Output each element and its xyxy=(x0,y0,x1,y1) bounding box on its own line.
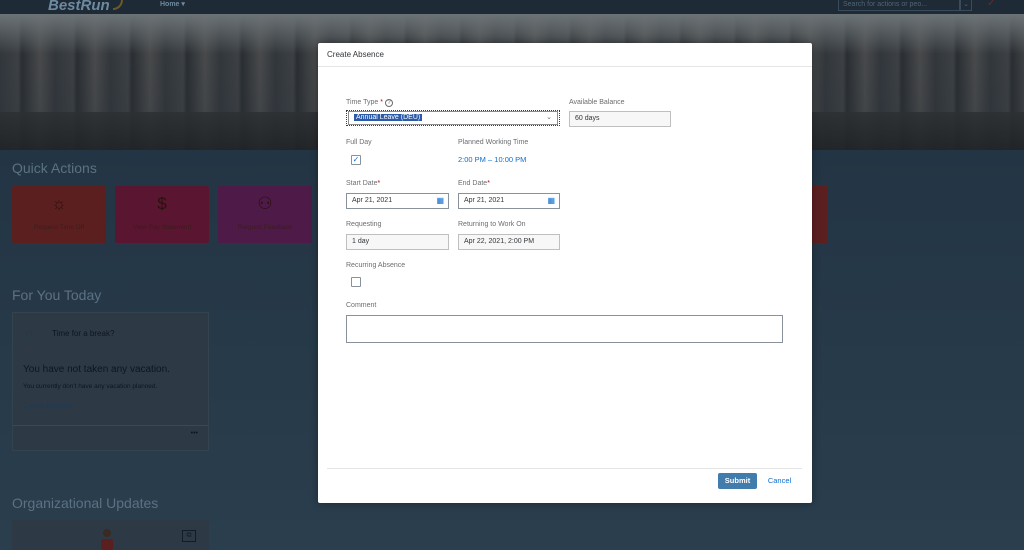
tile-request-feedback[interactable]: ⚇ Request Feedback xyxy=(218,186,312,243)
required-marker: * xyxy=(377,180,381,187)
end-date-value: Apr 21, 2021 xyxy=(464,197,505,204)
comment-label: Comment xyxy=(346,302,377,309)
dollar-doc-icon: $ xyxy=(157,194,167,213)
help-icon[interactable]: ? xyxy=(384,99,393,107)
create-absence-link[interactable]: Create Absence xyxy=(23,403,73,410)
tile-label: Request Time Off xyxy=(33,224,85,231)
requesting-field: 1 day xyxy=(346,234,449,250)
tile-label: Request Feedback xyxy=(237,224,293,231)
full-day-label: Full Day xyxy=(346,139,372,146)
planned-working-time-value: 2:00 PM – 10:00 PM xyxy=(458,155,527,164)
required-marker: * xyxy=(380,99,383,106)
tile-view-pay-statement[interactable]: $ View Pay Statement xyxy=(115,186,209,243)
sun-relax-icon: ☼ xyxy=(23,324,36,340)
person-avatar-icon xyxy=(101,529,113,550)
time-type-label: Time Type *? xyxy=(346,99,393,107)
dialog-header: Create Absence xyxy=(318,43,812,67)
tile-request-time-off[interactable]: ☼ Request Time Off xyxy=(12,186,106,243)
search-scope-dropdown[interactable]: ⌄ xyxy=(960,0,972,11)
full-day-checkbox[interactable]: ✓ xyxy=(351,155,361,165)
start-date-label: Start Date* xyxy=(346,180,381,187)
recurring-absence-checkbox[interactable] xyxy=(351,277,361,287)
card-divider xyxy=(13,425,208,426)
start-date-picker[interactable]: Apr 21, 2021 ▦ xyxy=(346,193,449,209)
notifications-icon[interactable]: ✓ xyxy=(987,0,995,9)
search-input[interactable]: Search for actions or peo... xyxy=(838,0,960,11)
available-balance-field: 60 days xyxy=(569,111,671,127)
people-feedback-icon: ⚇ xyxy=(257,194,273,213)
quick-actions-title: Quick Actions xyxy=(12,160,97,176)
planned-working-time-label: Planned Working Time xyxy=(458,139,529,146)
shell-header: BestRun Home ▾ Search for actions or peo… xyxy=(0,0,1024,14)
time-type-value: Annual Leave (DEU) xyxy=(354,114,423,121)
dialog-footer-divider xyxy=(327,468,802,469)
available-balance-label: Available Balance xyxy=(569,99,625,106)
chevron-down-icon[interactable]: ⌄ xyxy=(546,112,552,124)
start-date-value: Apr 21, 2021 xyxy=(352,197,393,204)
expand-icon[interactable]: ⧉ xyxy=(182,530,196,542)
org-update-card[interactable]: ⧉ xyxy=(12,520,209,550)
dialog-title: Create Absence xyxy=(327,50,384,59)
comment-textarea[interactable] xyxy=(346,315,783,343)
end-date-picker[interactable]: Apr 21, 2021 ▦ xyxy=(458,193,560,209)
for-you-today-title: For You Today xyxy=(12,287,102,303)
home-menu[interactable]: Home ▾ xyxy=(160,0,185,8)
calendar-icon[interactable]: ▦ xyxy=(547,194,555,208)
create-absence-dialog: Create Absence Time Type *? Annual Leave… xyxy=(318,43,812,503)
card-title: Time for a break? xyxy=(52,329,115,338)
more-icon[interactable]: ••• xyxy=(191,430,198,437)
time-type-select[interactable]: Annual Leave (DEU) ⌄ xyxy=(348,111,558,125)
recurring-absence-label: Recurring Absence xyxy=(346,262,406,269)
returning-label: Returning to Work On xyxy=(458,221,526,228)
logo-swoosh-icon xyxy=(113,0,123,10)
card-sub-text: You currently don't have any vacation pl… xyxy=(23,383,158,390)
bestrun-logo[interactable]: BestRun xyxy=(48,0,110,14)
sun-relax-icon: ☼ xyxy=(51,194,67,213)
org-updates-title: Organizational Updates xyxy=(12,495,159,511)
requesting-label: Requesting xyxy=(346,221,382,228)
submit-button[interactable]: Submit xyxy=(718,473,757,489)
tile-label: View Pay Statement xyxy=(132,224,192,231)
card-main-text: You have not taken any vacation. xyxy=(23,364,170,375)
calendar-icon[interactable]: ▦ xyxy=(436,194,444,208)
cancel-button[interactable]: Cancel xyxy=(761,473,798,489)
time-for-break-card[interactable]: ☼ Time for a break? You have not taken a… xyxy=(12,312,209,451)
returning-field: Apr 22, 2021, 2:00 PM xyxy=(458,234,560,250)
required-marker: * xyxy=(487,180,490,187)
end-date-label: End Date* xyxy=(458,180,490,187)
